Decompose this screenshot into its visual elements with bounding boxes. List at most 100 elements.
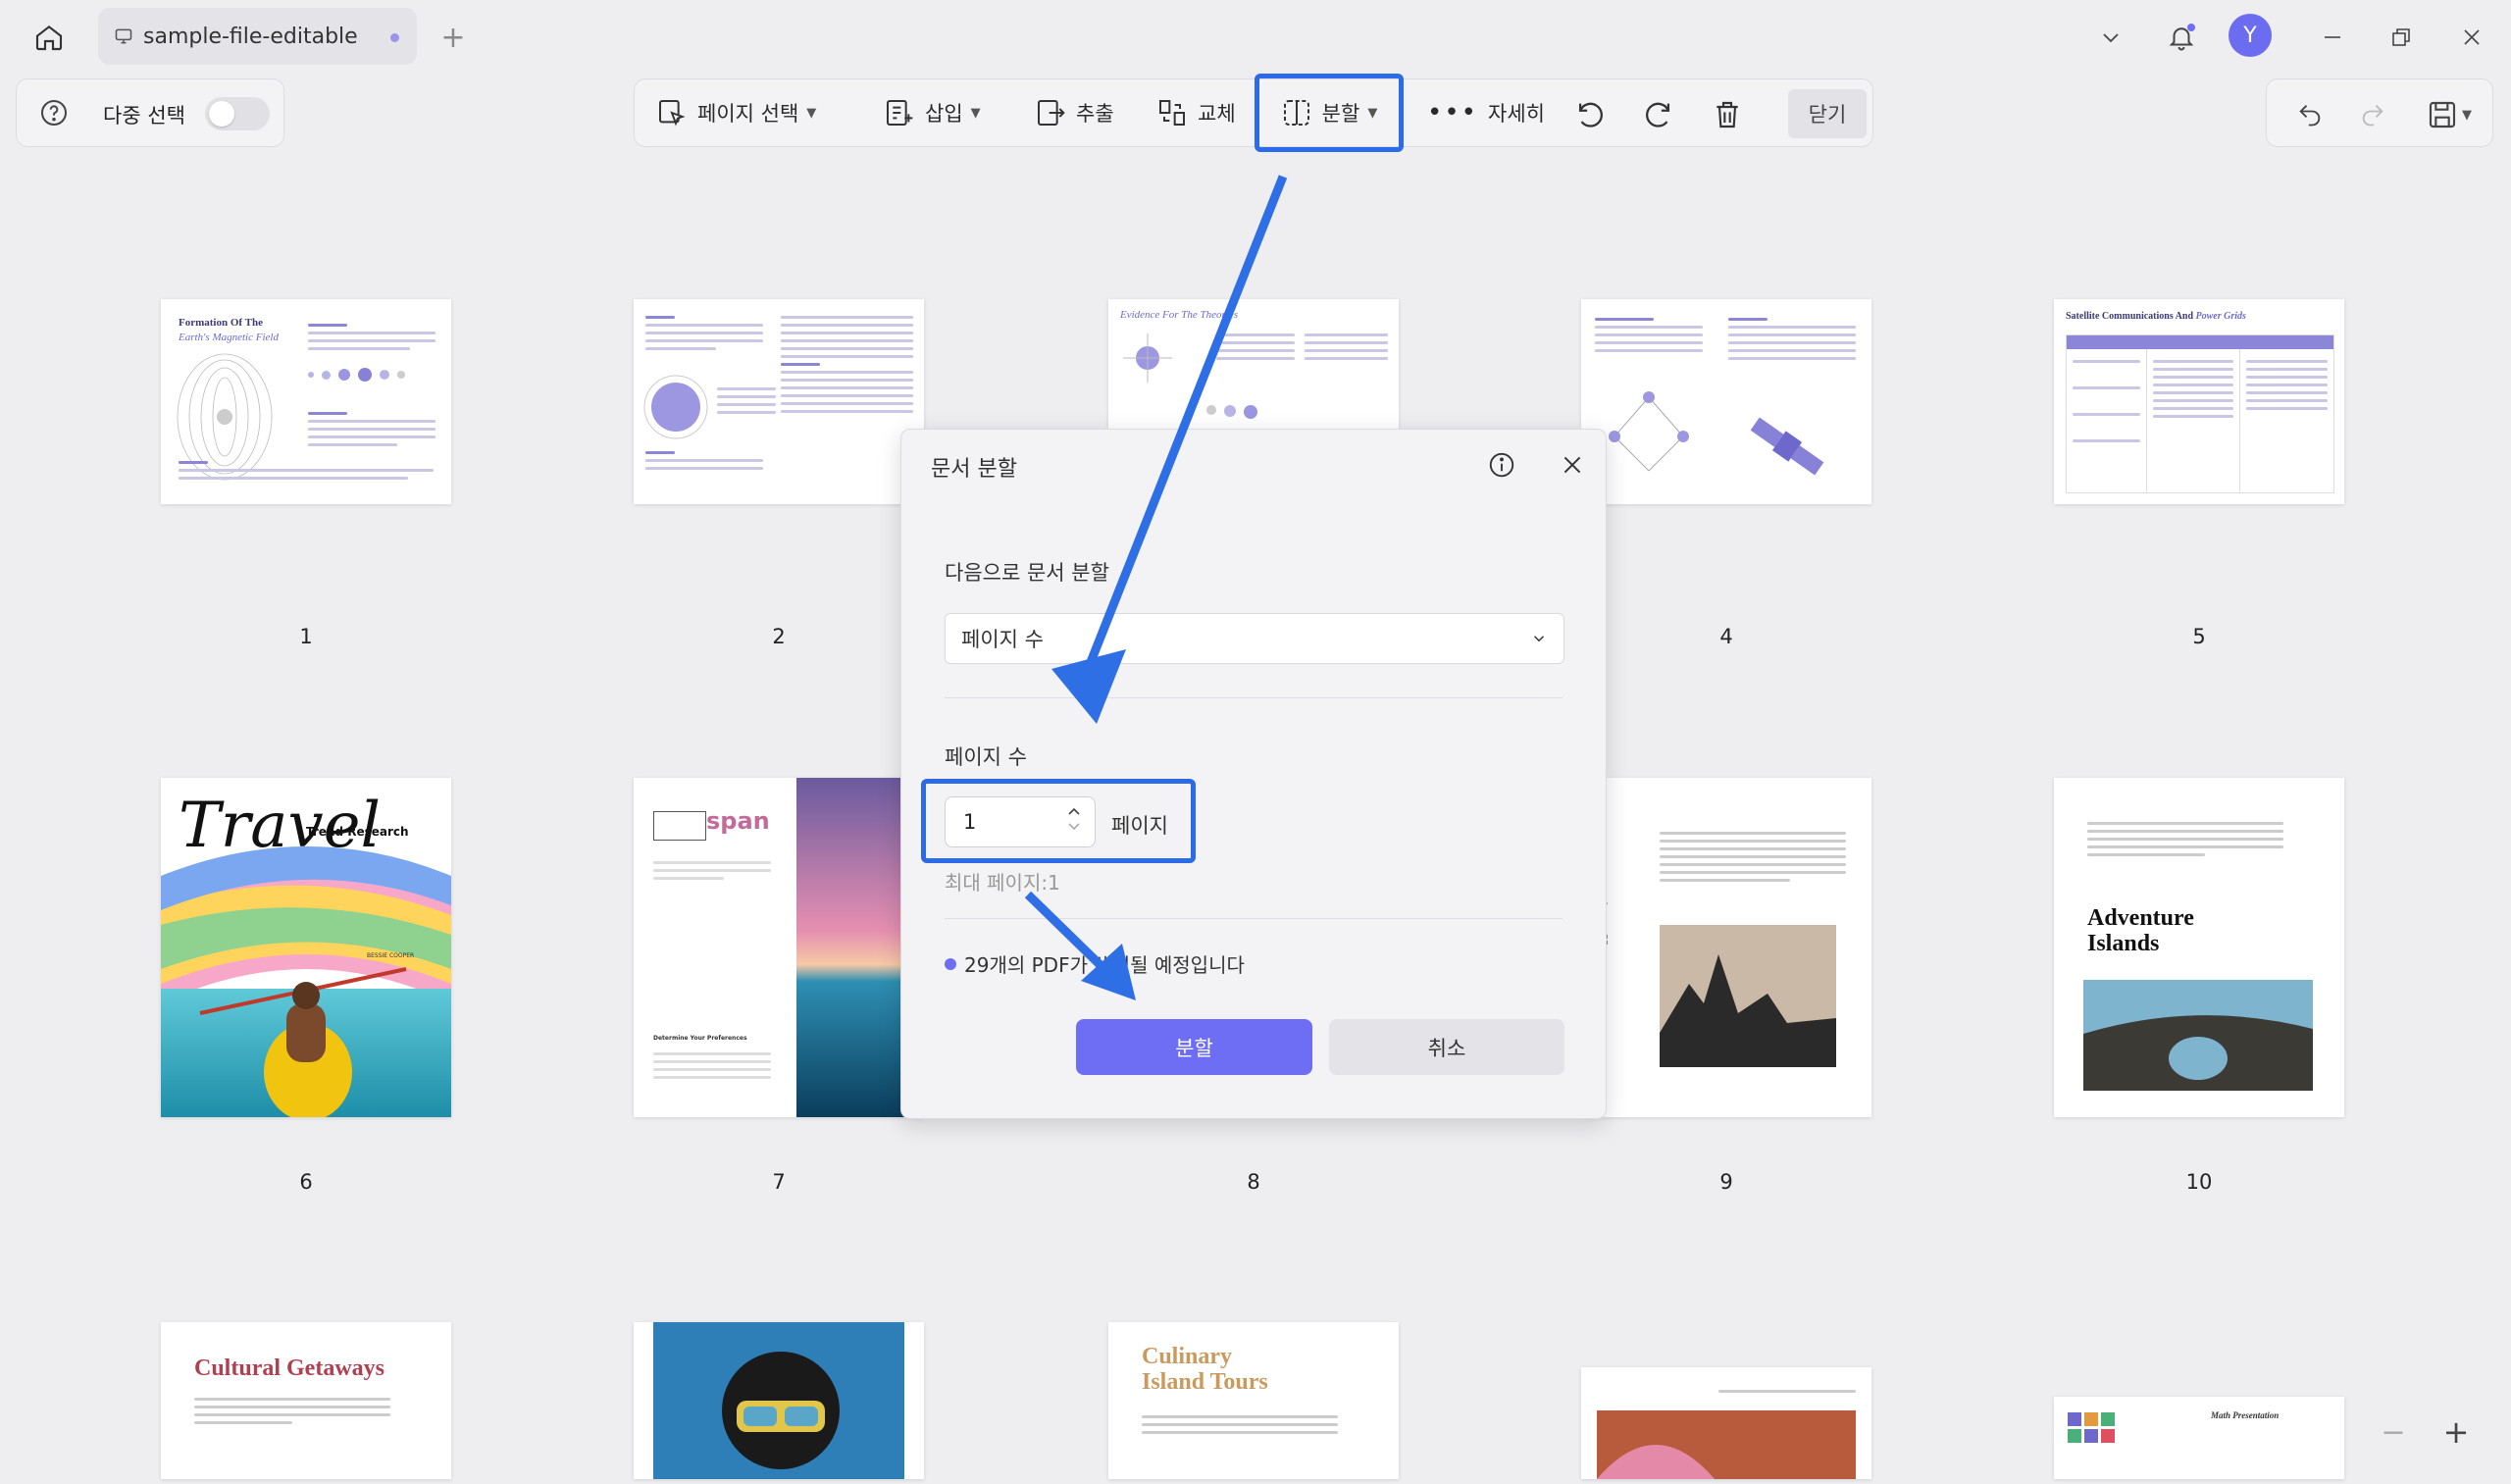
page-thumbnail[interactable]: Cultural Getaways xyxy=(161,1322,451,1479)
insert-button[interactable]: 삽입 ▼ xyxy=(874,83,991,142)
rocks-photo xyxy=(1660,925,1836,1067)
logo-box xyxy=(653,811,706,841)
page-thumbnail[interactable]: Adventure Islands xyxy=(2054,778,2344,1117)
multi-select-toggle[interactable] xyxy=(205,97,270,130)
page-thumbnail-title: Cultural Getaways xyxy=(194,1356,384,1381)
document-tab[interactable]: sample-file-editable xyxy=(98,8,417,65)
page-count-stepper[interactable]: 1 xyxy=(945,796,1096,847)
close-icon[interactable] xyxy=(1553,445,1592,485)
page-thumbnail-subtitle: Island Tours xyxy=(1142,1369,1268,1395)
zoom-out-icon[interactable]: − xyxy=(2374,1412,2413,1452)
cursor-page-icon xyxy=(659,100,686,127)
chevron-down-icon: ▼ xyxy=(2462,107,2472,123)
page-select-button[interactable]: 페이지 선택 ▼ xyxy=(646,83,826,142)
replace-label: 교체 xyxy=(1198,102,1236,126)
info-message-text: 29개의 PDF가 생성될 예정입니다 xyxy=(964,953,1245,977)
split-icon xyxy=(1283,100,1309,126)
rock-arch-photo xyxy=(2083,980,2313,1091)
split-mode-select[interactable]: 페이지 수 xyxy=(945,613,1564,664)
page-thumbnail-author: BESSIE COOPER xyxy=(367,952,415,959)
page-thumbnail[interactable] xyxy=(1581,299,1871,504)
chevron-down-icon: ▼ xyxy=(1367,105,1378,121)
multi-select-group: 다중 선택 xyxy=(16,78,284,147)
history-group: ▼ xyxy=(2266,78,2493,147)
diagram-illustration xyxy=(1123,333,1172,383)
minimize-icon[interactable] xyxy=(2311,18,2354,57)
home-icon[interactable] xyxy=(27,16,71,59)
chevron-down-icon[interactable] xyxy=(2089,18,2132,57)
save-icon[interactable]: ▼ xyxy=(2420,93,2479,136)
extract-icon xyxy=(1038,100,1065,126)
page-thumbnail-title: span xyxy=(706,807,770,835)
page-thumbnail[interactable]: Culinary Island Tours xyxy=(1108,1322,1399,1479)
chevron-down-icon: ▼ xyxy=(970,105,981,121)
close-window-icon[interactable] xyxy=(2450,18,2493,57)
unsaved-dot xyxy=(390,33,399,42)
avatar[interactable]: Y xyxy=(2229,14,2272,57)
page-thumbnail[interactable]: Math Presentation xyxy=(2054,1397,2344,1479)
satellite-illustration xyxy=(1750,417,1824,476)
rotate-left-icon[interactable] xyxy=(1568,93,1612,136)
page-thumbnail-title: Math Presentation xyxy=(2211,1410,2280,1420)
page-thumbnail[interactable]: Travel Trend Research BESSIE COOPER xyxy=(161,778,451,1117)
more-label: 자세히 xyxy=(1488,102,1545,126)
replace-button[interactable]: 교체 xyxy=(1147,83,1246,142)
zoom-in-icon[interactable]: + xyxy=(2436,1412,2476,1452)
page-thumbnail-subtitle: Determine Your Preferences xyxy=(653,1035,747,1042)
split-confirm-button[interactable]: 분할 xyxy=(1076,1019,1312,1075)
dialog-title: 문서 분할 xyxy=(931,457,1017,482)
rotate-right-icon[interactable] xyxy=(1637,93,1680,136)
divider xyxy=(945,697,1563,698)
cancel-button[interactable]: 취소 xyxy=(1329,1019,1564,1075)
bell-icon[interactable] xyxy=(2160,16,2203,59)
stepper-up-icon[interactable] xyxy=(1067,805,1081,817)
landscape-photo xyxy=(1597,1410,1856,1479)
restore-icon[interactable] xyxy=(2380,18,2423,57)
page-count-label: 페이지 수 xyxy=(945,745,1027,769)
diver-photo xyxy=(653,1322,904,1479)
page-thumbnail-subtitle: Power Grids xyxy=(2195,311,2246,322)
divider xyxy=(945,918,1563,919)
redo-icon[interactable] xyxy=(2351,93,2394,136)
split-mode-value: 페이지 수 xyxy=(961,628,1044,651)
trash-icon[interactable] xyxy=(1706,93,1749,136)
new-tab-plus-icon[interactable]: + xyxy=(434,18,473,57)
page-number: 2 xyxy=(772,625,786,648)
page-thumbnail[interactable] xyxy=(634,299,924,504)
split-document-dialog: 문서 분할 다음으로 문서 분할 페이지 수 페이지 수 1 페이지 최대 페이… xyxy=(900,429,1607,1119)
replace-icon xyxy=(1159,100,1185,126)
globe-illustration xyxy=(643,375,708,439)
help-icon[interactable] xyxy=(34,93,74,132)
page-thumbnail[interactable] xyxy=(634,1322,924,1479)
close-button[interactable]: 닫기 xyxy=(1788,89,1867,138)
more-button[interactable]: ••• 자세히 xyxy=(1417,83,1555,142)
title-bar: sample-file-editable + Y xyxy=(0,0,2511,73)
page-number: 6 xyxy=(299,1170,313,1194)
page-thumbnail[interactable]: Eco-Friendly Retreats xyxy=(1581,778,1871,1117)
page-thumbnail[interactable]: Satellite Communications And Power Grids xyxy=(2054,299,2344,504)
page-thumbnail[interactable]: Formation Of The Earth's Magnetic Field xyxy=(161,299,451,504)
page-thumbnail-title: Adventure Islands xyxy=(2087,905,2194,956)
document-tab-title: sample-file-editable xyxy=(143,24,358,49)
page-number: 9 xyxy=(1719,1170,1733,1194)
page-thumbnail-title: Culinary xyxy=(1142,1344,1233,1369)
page-thumbnail[interactable]: span Determine Your Preferences xyxy=(634,778,924,1117)
split-button[interactable]: 분할 ▼ xyxy=(1255,74,1404,152)
page-count-value: 1 xyxy=(963,810,977,834)
extract-label: 추출 xyxy=(1076,102,1114,126)
multi-select-label: 다중 선택 xyxy=(103,104,185,128)
page-thumbnail[interactable] xyxy=(1581,1367,1871,1479)
document-tab-icon xyxy=(114,26,133,46)
page-number: 8 xyxy=(1247,1170,1260,1194)
stepper-down-icon[interactable] xyxy=(1067,821,1081,833)
insert-label: 삽입 xyxy=(925,102,963,126)
info-icon[interactable] xyxy=(1482,445,1521,485)
page-number: 1 xyxy=(299,625,313,648)
max-pages-text: 최대 페이지:1 xyxy=(945,871,1060,895)
page-thumbnail-title: Formation Of The xyxy=(179,317,263,329)
chevron-down-icon: ▼ xyxy=(806,105,817,121)
undo-icon[interactable] xyxy=(2288,93,2332,136)
page-select-label: 페이지 선택 xyxy=(697,102,799,126)
page-number: 10 xyxy=(2185,1170,2213,1194)
extract-button[interactable]: 추출 xyxy=(1025,83,1124,142)
